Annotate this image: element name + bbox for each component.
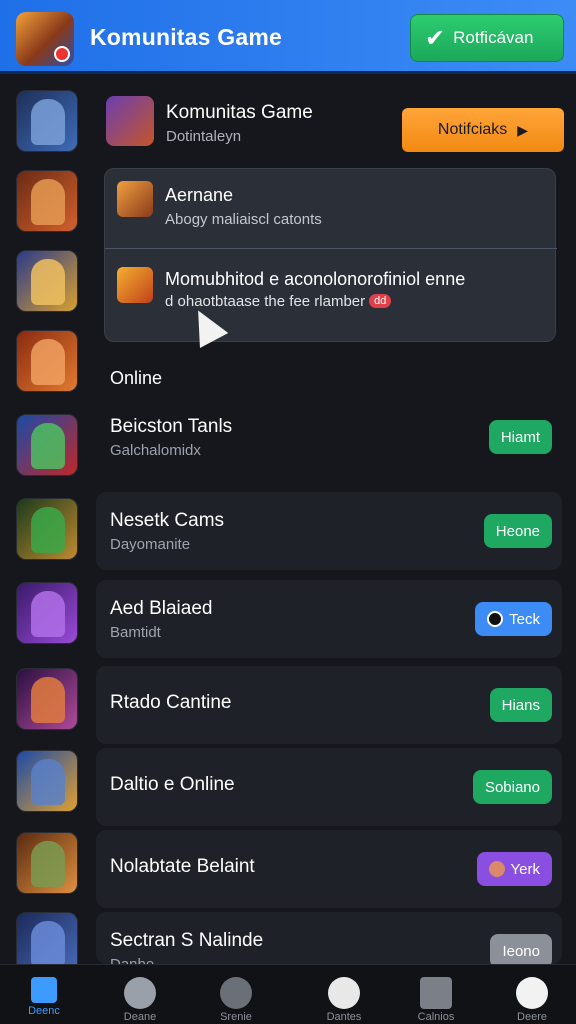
app-title: Komunitas Game — [90, 24, 282, 50]
notification-settings-label: Notifciaks — [437, 121, 508, 138]
list-item[interactable]: Beicston Tanls Galchalomidx Hiamt — [96, 398, 562, 476]
home-icon — [31, 977, 57, 1003]
nav-label: Deere — [517, 1011, 547, 1023]
store-icon — [420, 977, 452, 1009]
list-item[interactable]: Nolabtate Belaint Yerk — [96, 830, 562, 908]
dropdown-item-title: Aernane — [165, 185, 234, 205]
friend-name: Nolabtate Belaint — [110, 856, 255, 877]
dwarf-icon[interactable] — [16, 832, 78, 894]
list-item[interactable]: Nesetk Cams Dayomanite Heone — [96, 492, 562, 570]
game-thumb-icon — [117, 181, 153, 217]
archer-icon[interactable] — [16, 250, 78, 312]
section-heading-online: Online — [110, 368, 163, 388]
nav-friends[interactable]: Srenie — [196, 971, 276, 1024]
friend-name: Daltio e Online — [110, 774, 235, 795]
notification-badge — [54, 46, 70, 62]
nav-games[interactable]: Dantes — [304, 971, 384, 1024]
row-action-button[interactable]: Heone — [483, 514, 552, 548]
profile-icon — [516, 977, 548, 1009]
list-item[interactable]: Rtado Cantine Hians — [96, 666, 562, 744]
notification-settings-button[interactable]: Notifciaks ▶ — [402, 108, 564, 152]
nav-label: Deane — [123, 1011, 157, 1023]
dropdown-item[interactable]: Momubhitod e aconolonorofiniol enne d oh… — [105, 249, 557, 329]
avatar-icon — [124, 977, 156, 1009]
community-game-icon — [106, 96, 154, 146]
community-title: Komunitas Game — [166, 102, 313, 123]
dropdown-item-subtitle: Abogy maliaiscl catonts — [165, 211, 322, 228]
friend-name: Sectran S Nalinde — [110, 930, 264, 951]
face-icon — [220, 977, 252, 1009]
list-item[interactable]: Daltio e Online Sobiano — [96, 748, 562, 826]
avatar-icon — [488, 861, 505, 877]
nav-label: Deenc — [28, 1005, 60, 1017]
notifications-button[interactable]: ✔ Rotficávan — [410, 14, 564, 62]
friend-status: Galchalomidx — [110, 442, 201, 459]
nav-label: Dantes — [326, 1011, 362, 1023]
nav-label: Srenie — [220, 1011, 252, 1023]
friend-name: Rtado Cantine — [110, 692, 232, 713]
notifications-button-label: Rotficávan — [453, 28, 534, 47]
row-action-button[interactable]: Ieono — [490, 934, 552, 968]
friend-name: Aed Blaiaed — [110, 598, 213, 619]
row-action-button[interactable]: Hians — [489, 688, 552, 722]
row-action-label: Teck — [509, 610, 540, 628]
row-action-button[interactable]: Teck — [475, 602, 552, 636]
app-logo-icon[interactable] — [16, 12, 74, 66]
dropdown-item[interactable]: Aernane Abogy maliaiscl catonts — [105, 169, 557, 249]
friend-name: Beicston Tanls — [110, 416, 233, 437]
gunner-icon[interactable] — [16, 330, 78, 392]
dropdown-item-title: Momubhitod e aconolonorofiniol enne — [165, 269, 466, 289]
warrior-icon[interactable] — [16, 170, 78, 232]
wizard-icon[interactable] — [16, 582, 78, 644]
unread-badge: dd — [369, 294, 392, 308]
nav-label: Calnios — [417, 1011, 455, 1023]
list-item[interactable]: Sectran S Nalinde Danbe Ieono — [96, 912, 562, 973]
friend-name: Nesetk Cams — [110, 510, 225, 531]
notification-dropdown: Aernane Abogy maliaiscl catonts Momubhit… — [104, 168, 557, 342]
list-item[interactable]: Aed Blaiaed Bamtidt Teck — [96, 580, 562, 658]
nav-community[interactable]: Deane — [100, 971, 180, 1024]
nav-store[interactable]: Calnios — [396, 971, 476, 1024]
nav-home[interactable]: Deenc — [4, 971, 84, 1024]
row-action-button[interactable]: Yerk — [476, 852, 552, 886]
nav-profile[interactable]: Deere — [492, 971, 572, 1024]
dropdown-item-subtitle: d ohaotbtaase the fee rlamber dd — [165, 293, 392, 310]
friend-status: Bamtidt — [110, 624, 161, 641]
bottom-navigation: Deenc Deane Srenie Dantes Calnios Deere — [0, 964, 576, 1024]
check-icon: ✔ — [425, 24, 446, 52]
friend-status: Dayomanite — [110, 536, 191, 553]
hero-icon[interactable] — [16, 414, 78, 476]
community-subtitle: Dotintaleyn — [166, 128, 242, 145]
row-action-button[interactable]: Sobiano — [472, 770, 552, 804]
chevron-right-icon: ▶ — [517, 121, 529, 138]
rogue-icon[interactable] — [16, 668, 78, 730]
top-app-bar: Komunitas Game ✔ Rotficávan — [0, 0, 576, 74]
row-action-button[interactable]: Hiamt — [488, 420, 552, 454]
ranger-icon[interactable] — [16, 750, 78, 812]
knight-icon[interactable] — [16, 90, 78, 152]
avatar-icon — [487, 611, 504, 627]
row-action-label: Yerk — [510, 860, 540, 878]
game-thumb-icon — [117, 267, 153, 303]
featured-community-card[interactable]: Komunitas Game Dotintaleyn Notifciaks ▶ — [96, 88, 566, 162]
game-sidebar — [0, 78, 92, 974]
orc-icon[interactable] — [16, 498, 78, 560]
ghost-icon — [328, 977, 360, 1009]
